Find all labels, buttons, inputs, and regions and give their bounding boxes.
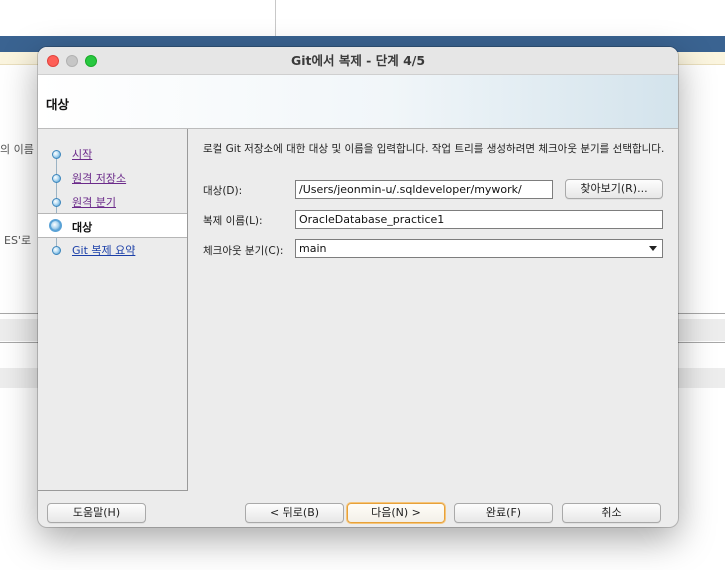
checkout-branch-label: 체크아웃 분기(C): xyxy=(203,245,284,257)
dropdown-arrow-icon xyxy=(649,246,657,251)
browse-button[interactable]: 찾아보기(R)... xyxy=(565,179,663,199)
wizard-step-title: 대상 xyxy=(46,97,70,112)
destination-input[interactable]: /Users/jeonmin-u/.sqldeveloper/mywork/ xyxy=(295,180,553,199)
wizard-header: 대상 xyxy=(38,75,678,129)
next-button[interactable]: 다음(N) > xyxy=(347,503,445,523)
finish-button[interactable]: 완료(F) xyxy=(454,503,553,523)
step-destination[interactable]: 대상 xyxy=(38,213,187,238)
checkout-branch-value: main xyxy=(299,242,327,255)
checkout-branch-select[interactable]: main xyxy=(295,239,663,258)
background-text-2: ES'로 xyxy=(4,234,32,247)
step-bullet-icon xyxy=(52,150,61,159)
git-clone-dialog: Git에서 복제 - 단계 4/5 대상 시작 원격 저장소 원격 분기 대상 … xyxy=(38,47,678,527)
clone-name-input[interactable]: OracleDatabase_practice1 xyxy=(295,210,663,229)
step-clone-summary[interactable]: Git 복제 요약 xyxy=(38,238,187,261)
step-remote-repository[interactable]: 원격 저장소 xyxy=(38,166,187,189)
step-label[interactable]: 원격 분기 xyxy=(72,194,116,210)
step-label[interactable]: 원격 저장소 xyxy=(72,170,126,186)
step-bullet-icon xyxy=(52,174,61,183)
wizard-steps-panel: 시작 원격 저장소 원격 분기 대상 Git 복제 요약 xyxy=(38,129,188,491)
current-step-icon xyxy=(49,219,62,232)
back-button[interactable]: < 뒤로(B) xyxy=(245,503,344,523)
destination-label: 대상(D): xyxy=(203,185,243,197)
step-label: 대상 xyxy=(72,221,93,234)
background-divider xyxy=(275,0,276,36)
background-text-1: 의 이름 xyxy=(0,143,34,156)
dialog-titlebar[interactable]: Git에서 복제 - 단계 4/5 xyxy=(38,47,678,75)
cancel-button[interactable]: 취소 xyxy=(562,503,661,523)
step-label[interactable]: 시작 xyxy=(72,146,92,162)
wizard-content: 로컬 Git 저장소에 대한 대상 및 이름을 입력합니다. 작업 트리를 생성… xyxy=(189,129,678,491)
dialog-title: Git에서 복제 - 단계 4/5 xyxy=(290,53,426,68)
help-button[interactable]: 도움말(H) xyxy=(47,503,146,523)
step-start[interactable]: 시작 xyxy=(38,142,187,165)
step-label[interactable]: Git 복제 요약 xyxy=(72,242,135,258)
instruction-text: 로컬 Git 저장소에 대한 대상 및 이름을 입력합니다. 작업 트리를 생성… xyxy=(203,143,665,155)
step-bullet-icon xyxy=(52,246,61,255)
step-remote-branch[interactable]: 원격 분기 xyxy=(38,190,187,213)
clone-name-label: 복제 이름(L): xyxy=(203,215,263,227)
step-bullet-icon xyxy=(52,198,61,207)
